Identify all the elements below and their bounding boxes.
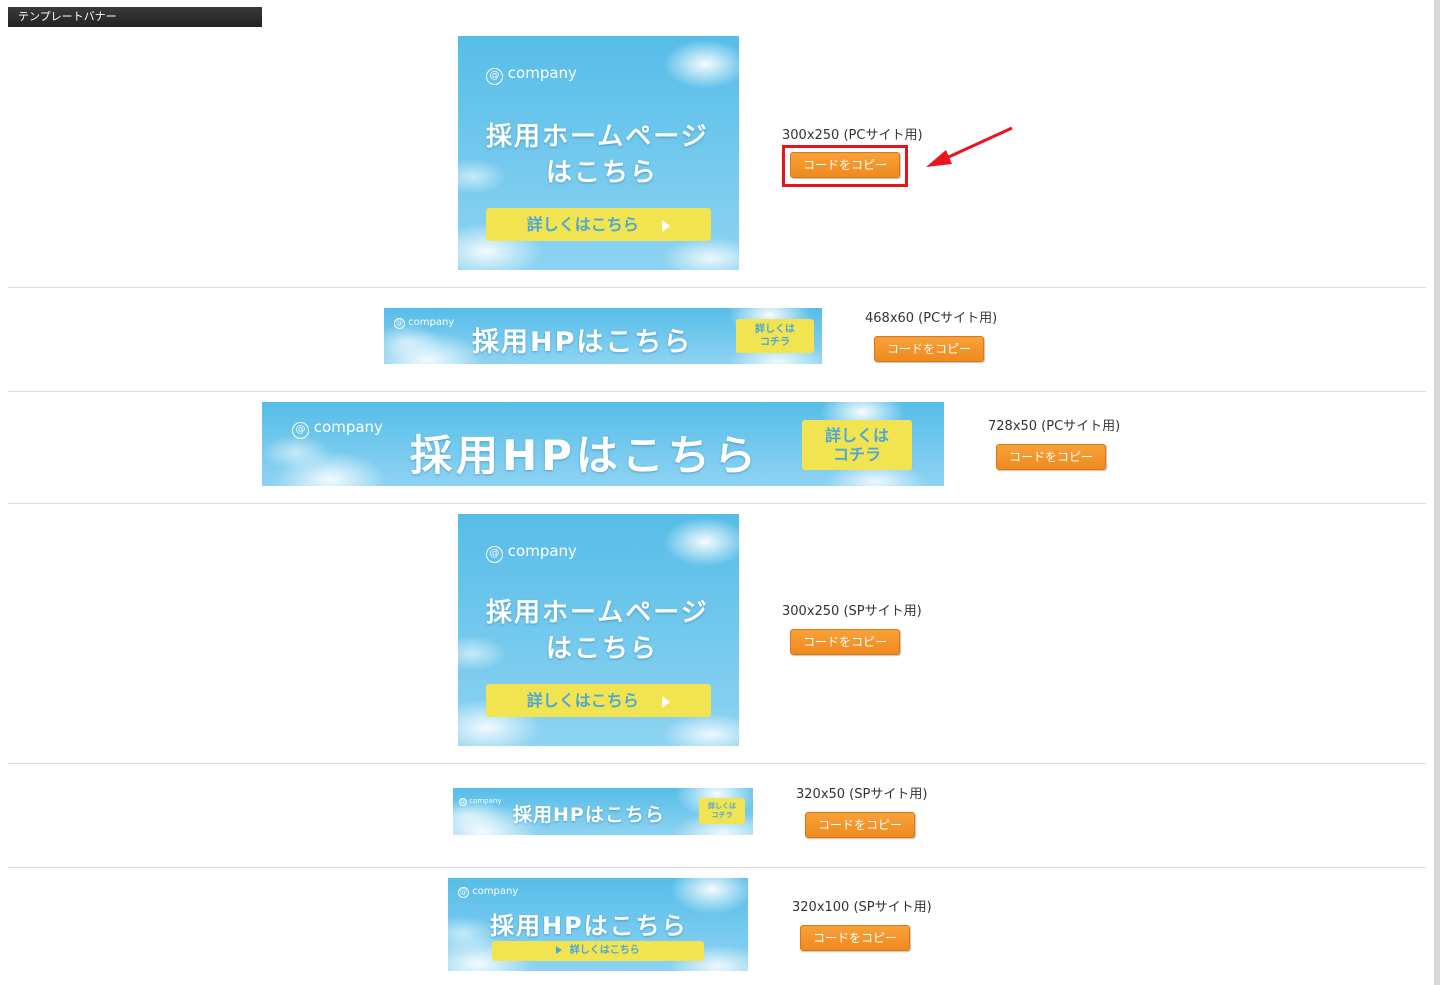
divider xyxy=(8,503,1426,504)
banner-headline-2: はこちら xyxy=(546,634,659,664)
banner-headline-2: はこちら xyxy=(546,158,659,188)
at-icon: @ xyxy=(292,422,309,439)
banner-headline: 採用HPはこちら xyxy=(513,804,665,826)
size-label: 728x50 (PCサイト用) xyxy=(988,419,1121,434)
banner-cta: 詳しくはこちら xyxy=(492,941,704,961)
copy-code-button[interactable]: コードをコピー xyxy=(800,925,910,951)
annotation-highlight-box xyxy=(782,145,908,187)
at-icon: @ xyxy=(459,798,467,806)
banner-300x250-pc: @ company 採用ホームページ はこちら 詳しくはこちら xyxy=(458,36,739,270)
size-label: 468x60 (PCサイト用) xyxy=(865,311,998,326)
size-label: 320x100 (SPサイト用) xyxy=(792,900,932,915)
play-icon xyxy=(662,695,671,708)
copy-code-button[interactable]: コードをコピー xyxy=(790,629,900,655)
at-icon: @ xyxy=(394,318,405,329)
size-label: 300x250 (SPサイト用) xyxy=(782,604,922,619)
banner-cta: 詳しくは コチラ xyxy=(736,319,814,353)
play-icon xyxy=(556,946,563,954)
company-logo: @ company xyxy=(459,797,502,806)
banner-headline: 採用HPはこちら xyxy=(472,327,693,358)
copy-code-button[interactable]: コードをコピー xyxy=(874,336,984,362)
banner-headline: 採用HPはこちら xyxy=(410,431,760,480)
banner-300x250-sp: @ company 採用ホームページ はこちら 詳しくはこちら xyxy=(458,514,739,746)
window-edge xyxy=(1434,0,1440,985)
banner-cta: 詳しくは コチラ xyxy=(699,798,745,824)
at-icon: @ xyxy=(486,68,503,85)
company-logo: @ company xyxy=(458,886,519,898)
banner-320x50-sp: @ company 採用HPはこちら 詳しくは コチラ xyxy=(453,788,753,835)
copy-code-button[interactable]: コードをコピー xyxy=(805,812,915,838)
company-logo: @ company xyxy=(486,542,577,563)
banner-cta: 詳しくは コチラ xyxy=(802,420,912,470)
banner-headline: 採用HPはこちら xyxy=(490,912,688,940)
at-icon: @ xyxy=(458,887,469,898)
divider xyxy=(8,867,1426,868)
company-logo: @ company xyxy=(292,418,383,439)
banner-728x50-pc: @ company 採用HPはこちら 詳しくは コチラ xyxy=(262,402,944,486)
size-label: 320x50 (SPサイト用) xyxy=(796,787,928,802)
divider xyxy=(8,287,1426,288)
banner-320x100-sp: @ company 採用HPはこちら 詳しくはこちら xyxy=(448,878,748,971)
at-icon: @ xyxy=(486,546,503,563)
annotation-arrow xyxy=(926,126,1013,167)
banner-cta: 詳しくはこちら xyxy=(486,208,711,241)
company-logo: @ company xyxy=(394,317,455,329)
size-label: 300x250 (PCサイト用) xyxy=(782,128,923,143)
play-icon xyxy=(662,219,671,232)
company-logo: @ company xyxy=(486,64,577,85)
copy-code-button[interactable]: コードをコピー xyxy=(996,444,1106,470)
banner-headline: 採用ホームページ xyxy=(486,122,709,152)
divider xyxy=(8,763,1426,764)
divider xyxy=(8,391,1426,392)
banner-cta: 詳しくはこちら xyxy=(486,684,711,717)
banner-468x60-pc: @ company 採用HPはこちら 詳しくは コチラ xyxy=(384,308,822,364)
section-title: テンプレートバナー xyxy=(8,7,262,27)
banner-headline: 採用ホームページ xyxy=(486,598,709,628)
